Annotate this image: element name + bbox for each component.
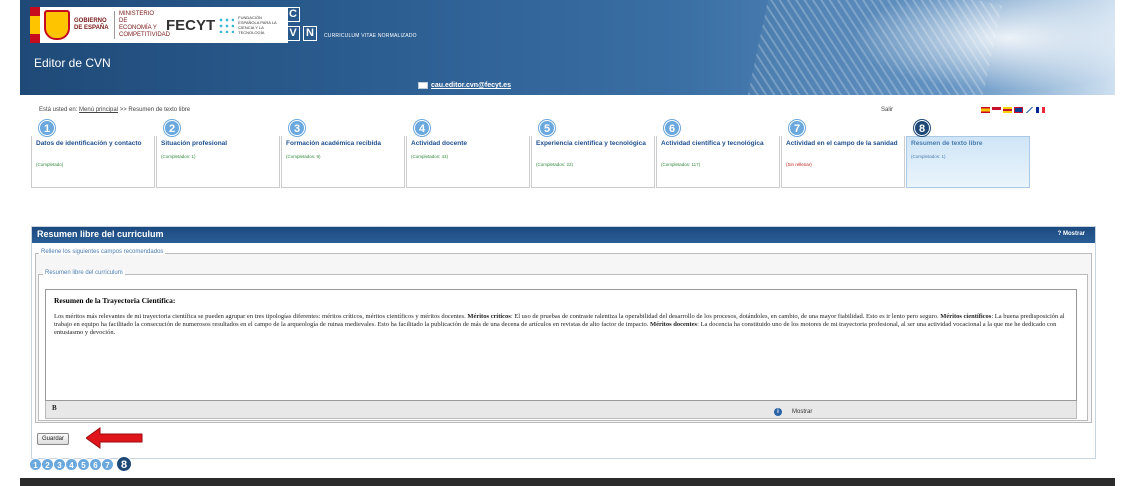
bottom-step-nav: 1 2 3 4 5 6 7 8 <box>29 456 132 472</box>
editor-bold-term: Méritos críticos <box>467 313 511 320</box>
spain-flag-icon <box>30 7 40 43</box>
step-status: (Completado) <box>36 162 64 167</box>
step-status: (Completados: 1) <box>911 154 946 159</box>
flag-galician-icon[interactable] <box>1003 107 1012 113</box>
step-number-badge: 6 <box>664 120 680 136</box>
footer-bar <box>20 478 1115 486</box>
step-number-badge: 8 <box>914 120 930 136</box>
summary-fieldset-legend: Resumen libre del curriculum <box>43 270 125 276</box>
summary-text-editor[interactable]: Resumen de la Trayectoria Científica: Lo… <box>45 289 1077 401</box>
flag-french-icon[interactable] <box>1036 107 1045 113</box>
step-number-badge: 5 <box>539 120 555 136</box>
logout-link[interactable]: Salir <box>881 107 893 113</box>
breadcrumb: Está usted en: Menú principal >> Resumen… <box>31 104 1096 116</box>
step-title: Datos de identificación y contacto <box>36 140 142 147</box>
cvn-letter: N <box>303 26 317 41</box>
panel-header: Resumen libre del curriculum ? Mostrar <box>32 227 1095 243</box>
step-number-badge: 1 <box>39 120 55 136</box>
step-identificacion[interactable]: 1 Datos de identificación y contacto (Co… <box>31 120 155 188</box>
institution-logos: GOBIERNO DE ESPAÑA MINISTERIO DE ECONOMÍ… <box>30 7 288 43</box>
step-title: Actividad en el campo de la sanidad <box>786 140 898 147</box>
step-actividad-cientifica[interactable]: 6 Actividad científica y tecnológica (Co… <box>656 120 780 188</box>
fecyt-logo-subtitle: FUNDACIÓN ESPAÑOLA PARA LA CIENCIA Y LA … <box>238 15 277 35</box>
step-status: (Sin rellenar) <box>786 162 812 167</box>
step-title: Experiencia científica y tecnológica <box>536 140 646 147</box>
cvn-letter: C <box>286 7 300 22</box>
step-title: Situación profesional <box>161 140 228 147</box>
save-button[interactable]: Guardar <box>37 433 70 445</box>
ministerio-logo-text: MINISTERIO DE ECONOMÍA Y COMPETITIVIDAD <box>114 11 170 39</box>
editor-body-text: Los méritos más relevantes de mi trayect… <box>54 313 1068 337</box>
mail-icon <box>418 82 428 89</box>
red-arrow-icon <box>86 427 143 449</box>
editor-toolbar: B i Mostrar <box>45 401 1077 419</box>
fecyt-logo: FECYT <box>166 16 216 34</box>
step-status: (Completados: 1) <box>161 154 196 159</box>
cvn-logo: C V N <box>286 7 318 43</box>
app-title: Editor de CVN <box>34 56 111 70</box>
step-title: Formación académica recibida <box>286 140 382 147</box>
editor-text-segment: : El uso de pruebas de contraste ralenti… <box>510 313 941 320</box>
step-situacion[interactable]: 2 Situación profesional (Completados: 1) <box>156 120 280 188</box>
step-experiencia[interactable]: 5 Experiencia científica y tecnológica (… <box>531 120 655 188</box>
step-title: Actividad docente <box>411 140 467 147</box>
step-number-badge: 2 <box>164 120 180 136</box>
fecyt-dots-icon <box>218 17 235 33</box>
language-selector <box>981 107 1045 113</box>
step-formacion[interactable]: 3 Formación académica recibida (Completa… <box>281 120 405 188</box>
flag-basque-icon[interactable] <box>1025 107 1034 113</box>
step-title: Actividad científica y tecnológica <box>661 140 764 147</box>
flag-catalan-icon[interactable] <box>992 107 1001 113</box>
panel-title: Resumen libre del curriculum <box>37 229 164 239</box>
step-number-badge: 7 <box>789 120 805 136</box>
app-header: GOBIERNO DE ESPAÑA MINISTERIO DE ECONOMÍ… <box>20 0 1115 95</box>
recommended-fields-group: Rellene los siguientes campos recomendad… <box>35 249 1092 423</box>
toolbar-show-link[interactable]: i Mostrar <box>774 408 812 416</box>
wizard-steps: 1 Datos de identificación y contacto (Co… <box>31 120 1096 190</box>
breadcrumb-path: Está usted en: Menú principal >> Resumen… <box>39 107 190 113</box>
panel-show-label: Mostrar <box>1062 231 1085 237</box>
breadcrumb-current: Resumen de texto libre <box>128 107 191 113</box>
step-sanidad[interactable]: 7 Actividad en el campo de la sanidad (S… <box>781 120 905 188</box>
cvn-tagline: CURRICULUM VITAE NORMALIZADO <box>324 33 417 39</box>
resumen-panel: Resumen libre del curriculum ? Mostrar R… <box>31 226 1096 459</box>
step-status: (Completados: 22) <box>536 162 574 167</box>
summary-fieldset: Resumen libre del curriculum Resumen de … <box>38 270 1088 421</box>
step-link-7[interactable]: 7 <box>101 457 114 471</box>
step-docente[interactable]: 4 Actividad docente (Completados: 43) <box>406 120 530 188</box>
panel-show-link[interactable]: ? Mostrar <box>1058 231 1085 237</box>
gobierno-logo-text: GOBIERNO DE ESPAÑA <box>74 18 109 31</box>
step-number-badge: 4 <box>414 120 430 136</box>
coat-of-arms-icon <box>44 10 70 40</box>
info-icon: i <box>774 408 782 416</box>
flag-english-icon[interactable] <box>1014 107 1023 113</box>
step-resumen-active[interactable]: 8 Resumen de texto libre (Completados: 1… <box>906 120 1030 188</box>
toolbar-show-label: Mostrar <box>792 409 813 415</box>
step-status: (Completados: 117) <box>661 162 701 167</box>
breadcrumb-prefix: Está usted en: <box>39 107 78 113</box>
breadcrumb-separator: >> <box>119 107 127 113</box>
editor-heading: Resumen de la Trayectoria Científica: <box>54 296 176 305</box>
step-title: Resumen de texto libre <box>911 140 983 147</box>
header-glow <box>840 0 1115 95</box>
flag-spanish-icon[interactable] <box>981 107 990 113</box>
editor-bold-term: Méritos docentes <box>649 321 698 328</box>
step-status: (Completados: 43) <box>411 154 449 159</box>
step-number-badge: 3 <box>289 120 305 136</box>
bold-button[interactable]: B <box>52 404 57 412</box>
step-status: (Completados: 9) <box>286 154 321 159</box>
cvn-letter: V <box>286 26 300 41</box>
support-email-text: cau.editor.cvn@fecyt.es <box>431 82 511 89</box>
editor-bold-term: Méritos científicos <box>940 313 992 320</box>
breadcrumb-home-link[interactable]: Menú principal <box>79 107 118 113</box>
support-email-link[interactable]: cau.editor.cvn@fecyt.es <box>418 82 511 89</box>
help-icon: ? <box>1057 231 1062 237</box>
editor-text-segment: Los méritos más relevantes de mi trayect… <box>54 313 468 320</box>
step-link-8-active[interactable]: 8 <box>116 456 132 472</box>
recommended-fields-legend: Rellene los siguientes campos recomendad… <box>39 249 166 255</box>
